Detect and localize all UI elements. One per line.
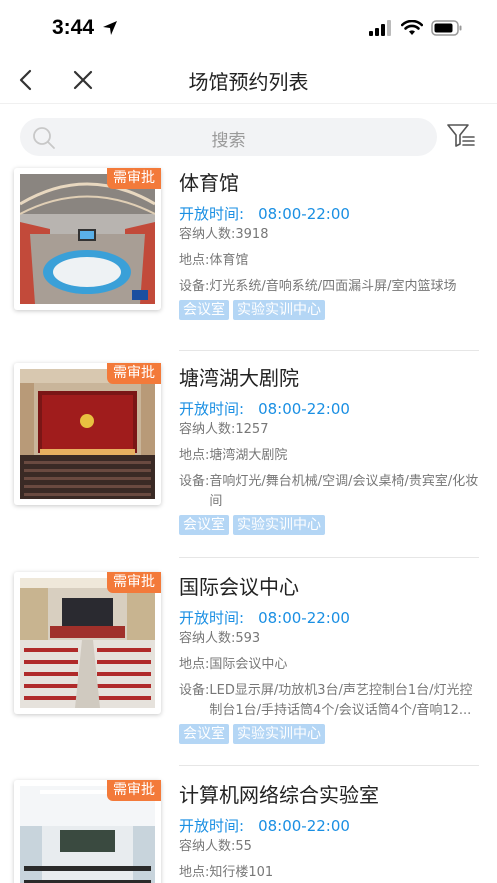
tag-training-center: 实验实训中心 — [233, 515, 325, 535]
signal-icon — [369, 20, 391, 36]
hours-label: 开放时间: — [179, 609, 245, 627]
venue-equipment: 设备: 音响灯光/舞台机械/空调/会议桌椅/贵宾室/化妆间 — [179, 472, 479, 512]
conference-center-photo — [20, 578, 155, 708]
venue-equipment: 设备: LED显示屏/功放机3台/声艺控制台1台/灯光控制台1台/手持话筒4个/会… — [179, 681, 479, 721]
venue-info: 塘湾湖大剧院 开放时间: 08:00-22:00 容纳人数:1257 地点:塘湾湖… — [179, 363, 479, 535]
status-indicators — [369, 20, 463, 36]
location-value: 体育馆 — [209, 253, 249, 268]
tag-training-center: 实验实训中心 — [233, 724, 325, 744]
location-value: 塘湾湖大剧院 — [209, 448, 288, 463]
venue-info: 体育馆 开放时间: 08:00-22:00 容纳人数:3918 地点:体育馆 设备… — [179, 168, 479, 320]
location-label: 地点: — [179, 448, 210, 463]
venue-location: 地点:塘湾湖大剧院 — [179, 446, 479, 466]
capacity-label: 容纳人数: — [179, 631, 236, 646]
search-input[interactable]: 搜索 — [20, 118, 437, 156]
divider — [179, 765, 479, 766]
equipment-value: LED显示屏/功放机3台/声艺控制台1台/灯光控制台1台/手持话筒4个/会议话筒… — [209, 683, 473, 718]
venue-tags: 会议室 实验实训中心 — [179, 515, 479, 535]
status-time: 3:44 — [52, 16, 95, 39]
search-placeholder: 搜索 — [211, 131, 246, 151]
venue-info: 计算机网络综合实验室 开放时间: 08:00-22:00 容纳人数:55 地点:知… — [179, 780, 479, 883]
equipment-label: 设备: — [179, 683, 210, 698]
tag-training-center: 实验实训中心 — [233, 300, 325, 320]
gymnasium-photo — [20, 174, 155, 304]
status-bar: 3:44 — [0, 0, 497, 56]
tag-meeting-room: 会议室 — [179, 724, 229, 744]
venue-name: 塘湾湖大剧院 — [179, 366, 299, 390]
approval-badge: 需审批 — [107, 780, 161, 801]
capacity-value: 1257 — [235, 422, 269, 437]
venue-capacity: 容纳人数:55 — [179, 837, 479, 857]
nav-bar: 场馆预约列表 — [0, 56, 497, 104]
capacity-label: 容纳人数: — [179, 839, 236, 854]
search-row: 搜索 — [0, 118, 497, 158]
location-arrow-icon — [103, 21, 117, 35]
venue-thumbnail: 需审批 — [14, 168, 161, 310]
theater-photo — [20, 369, 155, 499]
venue-location: 地点:知行楼101 — [179, 863, 479, 883]
venue-tags: 会议室 实验实训中心 — [179, 724, 479, 744]
venue-tags: 会议室 实验实训中心 — [179, 300, 479, 320]
battery-icon — [431, 20, 462, 36]
hours-value: 08:00-22:00 — [258, 205, 350, 223]
hours-label: 开放时间: — [179, 400, 245, 418]
location-label: 地点: — [179, 253, 210, 268]
hours-value: 08:00-22:00 — [258, 817, 350, 835]
venue-hours: 开放时间: 08:00-22:00 — [179, 399, 479, 419]
venue-hours: 开放时间: 08:00-22:00 — [179, 204, 479, 224]
venue-hours: 开放时间: 08:00-22:00 — [179, 816, 479, 836]
venue-thumbnail: 需审批 — [14, 780, 161, 883]
wifi-icon — [401, 20, 423, 35]
venue-location: 地点:体育馆 — [179, 251, 479, 271]
filter-icon[interactable] — [446, 122, 476, 150]
approval-badge: 需审批 — [107, 572, 161, 593]
venue-info: 国际会议中心 开放时间: 08:00-22:00 容纳人数:593 地点:国际会议… — [179, 572, 479, 744]
venue-location: 地点:国际会议中心 — [179, 655, 479, 675]
location-label: 地点: — [179, 657, 210, 672]
divider — [179, 350, 479, 351]
venue-name: 计算机网络综合实验室 — [179, 783, 379, 807]
hours-label: 开放时间: — [179, 205, 245, 223]
capacity-label: 容纳人数: — [179, 227, 236, 242]
venue-capacity: 容纳人数:593 — [179, 629, 479, 649]
venue-capacity: 容纳人数:1257 — [179, 420, 479, 440]
venue-thumbnail: 需审批 — [14, 363, 161, 505]
venue-name: 体育馆 — [179, 171, 239, 195]
venue-name: 国际会议中心 — [179, 575, 299, 599]
capacity-value: 593 — [235, 631, 261, 646]
hours-value: 08:00-22:00 — [258, 609, 350, 627]
equipment-value: 音响灯光/舞台机械/空调/会议桌椅/贵宾室/化妆间 — [209, 474, 479, 509]
hours-value: 08:00-22:00 — [258, 400, 350, 418]
approval-badge: 需审批 — [107, 363, 161, 384]
venue-thumbnail: 需审批 — [14, 572, 161, 714]
capacity-value: 3918 — [235, 227, 269, 242]
page-title: 场馆预约列表 — [188, 70, 309, 94]
approval-badge: 需审批 — [107, 168, 161, 189]
venue-capacity: 容纳人数:3918 — [179, 225, 479, 245]
tag-meeting-room: 会议室 — [179, 300, 229, 320]
divider — [179, 557, 479, 558]
venue-hours: 开放时间: 08:00-22:00 — [179, 608, 479, 628]
capacity-label: 容纳人数: — [179, 422, 236, 437]
equipment-label: 设备: — [179, 279, 210, 294]
tag-meeting-room: 会议室 — [179, 515, 229, 535]
equipment-label: 设备: — [179, 474, 210, 489]
capacity-value: 55 — [235, 839, 252, 854]
location-value: 国际会议中心 — [209, 657, 288, 672]
venue-equipment: 设备: 灯光系统/音响系统/四面漏斗屏/室内篮球场 — [179, 277, 479, 297]
location-label: 地点: — [179, 865, 210, 880]
equipment-value: 灯光系统/音响系统/四面漏斗屏/室内篮球场 — [209, 279, 457, 294]
hours-label: 开放时间: — [179, 817, 245, 835]
location-value: 知行楼101 — [209, 865, 274, 880]
